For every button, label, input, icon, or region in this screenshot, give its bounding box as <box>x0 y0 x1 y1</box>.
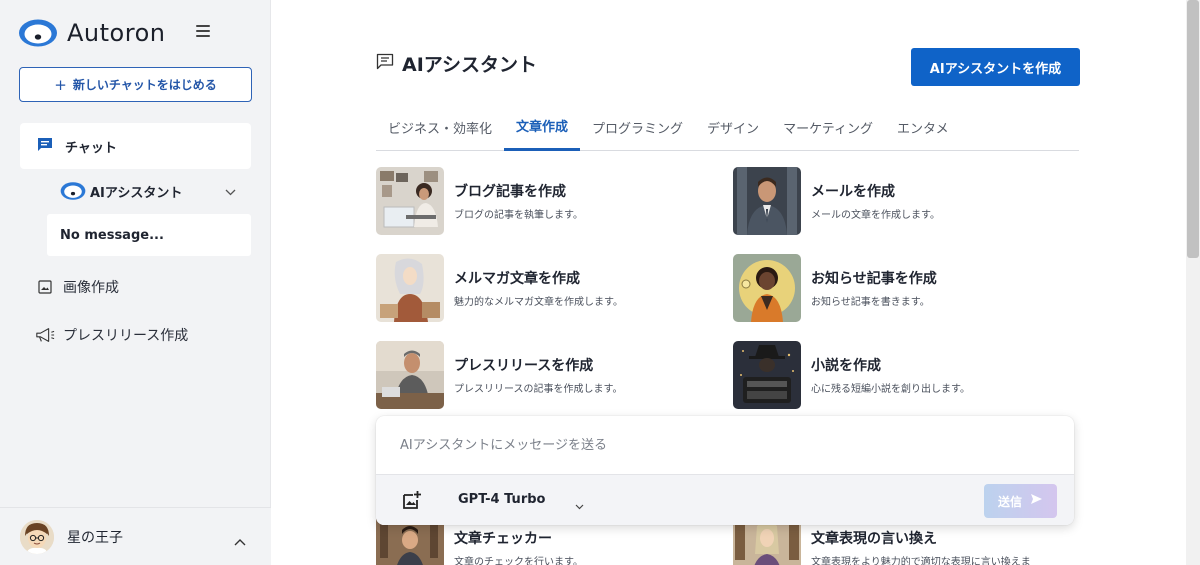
page-title-text: AIアシスタント <box>402 54 538 76</box>
assistant-card[interactable]: メールを作成 メールの文章を作成します。 <box>733 167 1063 235</box>
new-chat-label: 新しいチャットをはじめる <box>72 78 217 92</box>
assistant-card-title: 小説を作成 <box>811 358 881 374</box>
autoron-logo-icon <box>18 18 58 48</box>
sidebar-item-press-label: プレスリリース作成 <box>63 328 189 344</box>
category-tabs: ビジネス・効率化 文章作成 プログラミング デザイン マーケティング エンタメ <box>376 113 1079 151</box>
assistant-card-title: 文章チェッカー <box>454 531 552 547</box>
assistant-card-title: メールを作成 <box>811 184 895 200</box>
assistant-logo-icon <box>60 181 86 201</box>
chevron-down-icon[interactable] <box>225 185 236 200</box>
message-icon <box>376 53 394 75</box>
tab-programming[interactable]: プログラミング <box>580 113 695 151</box>
tab-entertainment[interactable]: エンタメ <box>885 113 961 151</box>
plus-icon: + <box>54 75 67 94</box>
assistant-card-desc: ブログの記事を執筆します。 <box>454 210 583 221</box>
assistant-card-thumbnail <box>733 167 801 235</box>
assistant-card-desc: 文章のチェックを行います。 <box>454 557 583 565</box>
assistant-card-desc: お知らせ記事を書きます。 <box>811 297 930 308</box>
create-assistant-button[interactable]: AIアシスタントを作成 <box>911 48 1080 86</box>
user-name: 星の王子 <box>67 529 123 546</box>
add-image-icon[interactable] <box>402 490 422 514</box>
tab-writing[interactable]: 文章作成 <box>504 113 581 151</box>
assistant-card-desc: プレスリリースの記事を作成します。 <box>454 384 623 395</box>
brand-name: Autoron <box>67 19 166 47</box>
chat-icon <box>37 137 53 156</box>
message-input[interactable]: AIアシスタントにメッセージを送る <box>400 434 607 453</box>
assistant-card-desc: 心に残る短編小説を創り出します。 <box>811 384 970 395</box>
tab-design[interactable]: デザイン <box>695 113 771 151</box>
assistant-card[interactable]: 小説を作成 心に残る短編小説を創り出します。 <box>733 341 1063 409</box>
assistant-card-thumbnail <box>376 167 444 235</box>
assistant-card[interactable]: メルマガ文章を作成 魅力的なメルマガ文章を作成します。 <box>376 254 706 322</box>
sidebar-item-chat-label: チャット <box>65 140 117 156</box>
assistant-card-thumbnail <box>376 341 444 409</box>
assistant-card-desc: メールの文章を作成します。 <box>811 210 940 221</box>
assistant-card-thumbnail <box>376 254 444 322</box>
assistant-card-title: メルマガ文章を作成 <box>454 271 580 287</box>
scrollbar-thumb[interactable] <box>1187 0 1199 258</box>
assistant-card-title: 文章表現の言い換え <box>811 531 937 547</box>
hamburger-menu-icon[interactable] <box>196 25 210 37</box>
assistant-card-desc: 魅力的なメルマガ文章を作成します。 <box>454 297 623 308</box>
sidebar-item-press[interactable]: プレスリリース作成 <box>35 323 188 347</box>
user-menu[interactable]: 星の王子 <box>0 507 271 565</box>
sidebar-item-assistant[interactable]: AIアシスタント <box>60 178 240 204</box>
assistant-card-title: プレスリリースを作成 <box>454 358 594 374</box>
chevron-down-icon[interactable] <box>575 495 584 514</box>
assistant-card-thumbnail <box>733 254 801 322</box>
chat-history-item-label: No message... <box>60 227 164 243</box>
sidebar-item-chat[interactable]: チャット <box>20 123 251 169</box>
megaphone-icon <box>35 326 55 344</box>
sidebar-item-image[interactable]: 画像作成 <box>35 275 119 299</box>
chevron-up-icon[interactable] <box>234 531 246 550</box>
send-button-label: 送信 <box>997 494 1022 509</box>
assistant-card[interactable]: プレスリリースを作成 プレスリリースの記事を作成します。 <box>376 341 706 409</box>
tab-business[interactable]: ビジネス・効率化 <box>376 113 504 151</box>
send-icon <box>1030 493 1043 509</box>
assistant-card[interactable]: お知らせ記事を作成 お知らせ記事を書きます。 <box>733 254 1063 322</box>
image-icon <box>35 280 55 294</box>
model-selector[interactable]: GPT-4 Turbo <box>458 492 545 507</box>
new-chat-button[interactable]: + 新しいチャットをはじめる <box>19 67 252 102</box>
send-button[interactable]: 送信 <box>984 484 1057 518</box>
sidebar-item-assistant-label: AIアシスタント <box>90 185 183 201</box>
assistant-card[interactable]: ブログ記事を作成 ブログの記事を執筆します。 <box>376 167 706 235</box>
tab-marketing[interactable]: マーケティング <box>771 113 885 151</box>
composer-toolbar: GPT-4 Turbo 送信 <box>376 474 1074 525</box>
chat-history-item[interactable]: No message... <box>47 214 251 256</box>
sidebar: Autoron + 新しいチャットをはじめる チャット AIアシスタント No … <box>0 0 271 565</box>
assistant-card-title: お知らせ記事を作成 <box>811 271 937 287</box>
avatar <box>20 519 54 554</box>
assistant-card-title: ブログ記事を作成 <box>454 184 566 200</box>
page-scrollbar[interactable] <box>1186 0 1200 565</box>
main-content: AIアシスタント AIアシスタントを作成 ビジネス・効率化 文章作成 プログラミ… <box>272 0 1186 565</box>
assistant-card-thumbnail <box>733 341 801 409</box>
page-title: AIアシスタント <box>376 50 537 77</box>
assistant-card-desc: 文章表現をより魅力的で適切な表現に言い換えま <box>811 557 1031 565</box>
sidebar-item-image-label: 画像作成 <box>63 280 119 296</box>
brand[interactable]: Autoron <box>18 16 165 50</box>
message-composer: AIアシスタントにメッセージを送る GPT-4 Turbo 送信 <box>376 416 1074 525</box>
